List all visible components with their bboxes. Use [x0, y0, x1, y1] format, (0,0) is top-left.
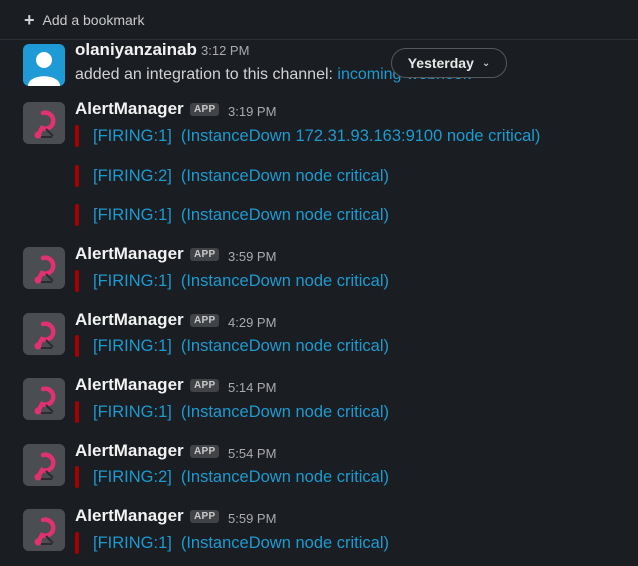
sender-name[interactable]: olaniyanzainab — [75, 40, 197, 60]
firing-color-bar — [75, 204, 79, 226]
timestamp[interactable]: 3:12 PM — [201, 43, 249, 58]
message-body: added an integration to this channel: — [75, 66, 338, 83]
alert-attachment: [FIRING:1] (InstanceDown node critical) — [75, 335, 389, 357]
alert-detail: (InstanceDown 172.31.93.163:9100 node cr… — [180, 126, 541, 145]
avatar[interactable] — [23, 313, 65, 355]
alert-link[interactable]: [FIRING:1] (InstanceDown node critical) — [93, 272, 389, 291]
date-label: Yesterday — [407, 55, 474, 71]
alert-attachment: [FIRING:1] (InstanceDown node critical) — [75, 532, 389, 554]
avatar[interactable] — [23, 102, 65, 144]
avatar[interactable] — [23, 378, 65, 420]
user-silhouette-icon — [28, 52, 60, 86]
alert-attachment: [FIRING:2] (InstanceDown node critical) — [75, 165, 389, 187]
alert-detail: (InstanceDown node critical) — [180, 336, 390, 355]
sender-name[interactable]: AlertManager — [75, 375, 184, 395]
firing-color-bar — [75, 335, 79, 357]
app-badge: APP — [190, 314, 220, 327]
chevron-down-icon: ⌄ — [481, 57, 491, 69]
avatar[interactable] — [23, 444, 65, 486]
alert-detail: (InstanceDown node critical) — [180, 402, 390, 421]
timestamp[interactable]: 4:29 PM — [228, 315, 276, 330]
avatar[interactable] — [23, 247, 65, 289]
firing-color-bar — [75, 270, 79, 292]
app-badge: APP — [190, 445, 220, 458]
sender-name[interactable]: AlertManager — [75, 244, 184, 264]
timestamp[interactable]: 3:59 PM — [228, 249, 276, 264]
firing-color-bar — [75, 532, 79, 554]
sender-name[interactable]: AlertManager — [75, 441, 184, 461]
timestamp[interactable]: 3:19 PM — [228, 104, 276, 119]
alert-detail: (InstanceDown node critical) — [180, 467, 390, 486]
alert-link[interactable]: [FIRING:1] (InstanceDown node critical) — [93, 534, 389, 553]
alert-status: [FIRING:1] — [93, 533, 172, 552]
alert-detail: (InstanceDown node critical) — [180, 205, 390, 224]
sender-name[interactable]: AlertManager — [75, 310, 184, 330]
alert-status: [FIRING:1] — [93, 205, 172, 224]
alert-status: [FIRING:1] — [93, 402, 172, 421]
firing-color-bar — [75, 165, 79, 187]
alert-link[interactable]: [FIRING:1] (InstanceDown node critical) — [93, 206, 389, 225]
alert-link[interactable]: [FIRING:2] (InstanceDown node critical) — [93, 167, 389, 186]
timestamp[interactable]: 5:14 PM — [228, 380, 276, 395]
alert-attachment: [FIRING:2] (InstanceDown node critical) — [75, 466, 389, 488]
alert-status: [FIRING:1] — [93, 336, 172, 355]
alert-link[interactable]: [FIRING:1] (InstanceDown 172.31.93.163:91… — [93, 127, 540, 146]
alert-status: [FIRING:2] — [93, 467, 172, 486]
app-badge: APP — [190, 103, 220, 116]
plus-icon: + — [24, 10, 35, 30]
alert-attachment: [FIRING:1] (InstanceDown 172.31.93.163:91… — [75, 125, 540, 147]
alertmanager-logo-icon — [23, 509, 65, 551]
alertmanager-logo-icon — [23, 102, 65, 144]
alert-status: [FIRING:1] — [93, 271, 172, 290]
alertmanager-logo-icon — [23, 247, 65, 289]
alert-link[interactable]: [FIRING:2] (InstanceDown node critical) — [93, 468, 389, 487]
firing-color-bar — [75, 401, 79, 423]
alertmanager-logo-icon — [23, 313, 65, 355]
firing-color-bar — [75, 125, 79, 147]
app-badge: APP — [190, 248, 220, 261]
alertmanager-logo-icon — [23, 444, 65, 486]
alert-link[interactable]: [FIRING:1] (InstanceDown node critical) — [93, 403, 389, 422]
avatar[interactable] — [23, 44, 65, 86]
alert-attachment: [FIRING:1] (InstanceDown node critical) — [75, 270, 389, 292]
app-badge: APP — [190, 510, 220, 523]
alert-attachment: [FIRING:1] (InstanceDown node critical) — [75, 401, 389, 423]
add-bookmark-label: Add a bookmark — [42, 12, 145, 28]
alert-link[interactable]: [FIRING:1] (InstanceDown node critical) — [93, 337, 389, 356]
alert-detail: (InstanceDown node critical) — [180, 533, 390, 552]
alert-detail: (InstanceDown node critical) — [180, 166, 390, 185]
alert-detail: (InstanceDown node critical) — [180, 271, 390, 290]
bookmark-bar: + Add a bookmark — [0, 0, 638, 40]
alert-status: [FIRING:1] — [93, 126, 172, 145]
timestamp[interactable]: 5:59 PM — [228, 511, 276, 526]
sender-name[interactable]: AlertManager — [75, 506, 184, 526]
sender-name[interactable]: AlertManager — [75, 99, 184, 119]
alert-status: [FIRING:2] — [93, 166, 172, 185]
alertmanager-logo-icon — [23, 378, 65, 420]
alert-attachment: [FIRING:1] (InstanceDown node critical) — [75, 204, 389, 226]
timestamp[interactable]: 5:54 PM — [228, 446, 276, 461]
date-jump-button[interactable]: Yesterday ⌄ — [391, 48, 507, 78]
add-bookmark-button[interactable]: + Add a bookmark — [24, 9, 144, 31]
firing-color-bar — [75, 466, 79, 488]
app-badge: APP — [190, 379, 220, 392]
avatar[interactable] — [23, 509, 65, 551]
